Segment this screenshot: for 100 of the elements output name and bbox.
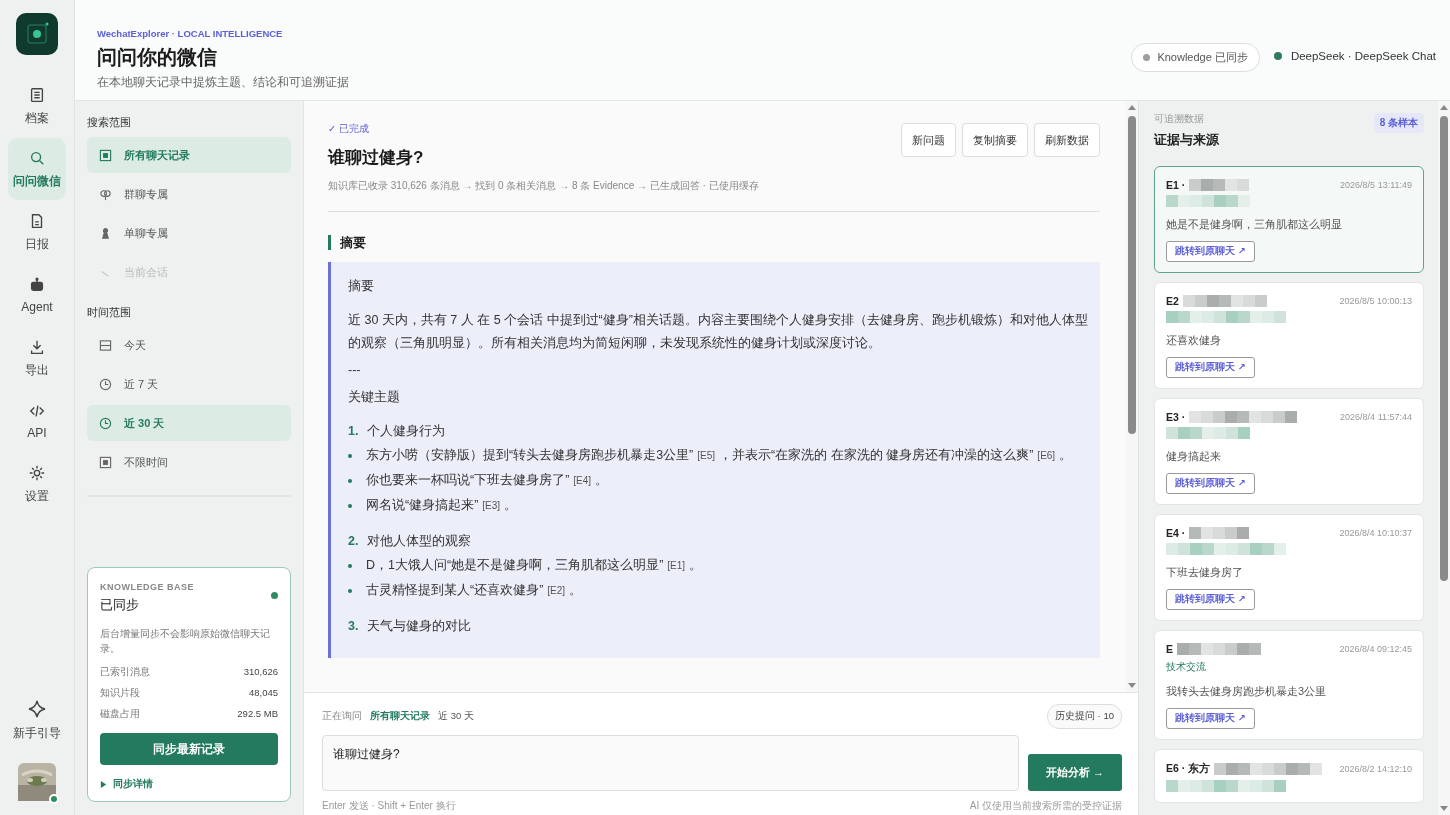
topic-title: 对他人体型的观察 [367, 533, 472, 550]
action-button[interactable]: 新问题 [901, 123, 956, 157]
guide-button[interactable]: 新手引导 [8, 689, 66, 751]
action-button[interactable]: 刷新数据 [1034, 123, 1100, 157]
filter-option[interactable]: 单聊专属 [87, 215, 291, 251]
evidence-message: 我转头去健身房跑步机暴走3公里 [1166, 684, 1328, 699]
evidence-message: 健身搞起来 [1166, 449, 1222, 464]
status-label: ✓ 已完成 [328, 123, 370, 136]
chat-group-name: 技术交流 [1166, 660, 1207, 674]
filter-option[interactable]: 近 30 天 [87, 405, 291, 441]
cluster-icon [99, 187, 112, 201]
topic-title: 个人健身行为 [367, 423, 446, 440]
bullet-dot-icon [348, 504, 352, 508]
panel-title: 证据与来源 [1154, 131, 1219, 149]
answer-paragraph: 近 30 天内，共有 7 人 在 5 个会话 中提到过“健身”相关话题。内容主要围绕个人健身安排（去健身房、跑步机锻炼）和对他人体型的观察（三角肌明显）。所有相关消息均为简短闲聊，未发现系统性的健身计划或深度讨论。 [348, 312, 1089, 352]
evidence-ref: E6 · 东方 [1166, 762, 1211, 776]
topic-title: 天气与健身的对比 [367, 618, 472, 635]
evidence-timestamp: 2026/8/5 13:11:49 [1340, 180, 1412, 190]
jump-to-chat-button[interactable]: 跳转到原聊天 ↗ [1166, 708, 1255, 729]
evidence-card[interactable]: E6 · 东方 2026/8/2 14:12:10 [1154, 749, 1424, 803]
nav-item[interactable]: 导出 [8, 327, 66, 389]
nav-item[interactable]: 问问微信 [8, 138, 66, 200]
evidence-message: 下班去健身房了 [1166, 565, 1244, 580]
bullet-text: D，1大饿人问“她是不是健身啊，三角肌都这么明显” [E1] 。 [366, 557, 703, 574]
evidence-message: 还喜欢健身 [1166, 333, 1222, 348]
filter-option[interactable]: 群聊专属 [87, 176, 291, 212]
expand-triangle-icon [100, 780, 107, 788]
bullet-text: 网名说“健身搞起来” [E3] 。 [366, 497, 518, 514]
stat-label: 知识片段 [100, 687, 140, 700]
evidence-timestamp: 2026/8/4 11:57:44 [1340, 412, 1412, 422]
stat-label: 磁盘占用 [100, 708, 140, 721]
topic-number: 3. [348, 618, 359, 635]
scrollbar[interactable] [1438, 101, 1450, 815]
stat-value: 292.5 MB [237, 708, 278, 721]
sparkle-icon [27, 698, 47, 719]
evidence-card[interactable]: E4 · 2026/8/4 10:10:37 下班去健身房了 跳转到原聊天 ↗ [1154, 514, 1424, 621]
jump-to-chat-button[interactable]: 跳转到原聊天 ↗ [1166, 357, 1255, 378]
evidence-timestamp: 2026/8/5 10:00:13 [1339, 296, 1412, 306]
filter-option[interactable]: 近 7 天 [87, 366, 291, 402]
stat-label: 已索引消息 [100, 666, 150, 679]
sample-count-badge: 8 条样本 [1373, 113, 1424, 133]
keyboard-hint: Enter 发送 · Shift + Enter 换行 [322, 799, 456, 813]
evidence-card[interactable]: E 2026/8/4 09:12:45 技术交流 我转头去健身房跑步机暴走3公里 跳转到原聊天 ↗ [1154, 630, 1424, 740]
history-button[interactable]: 历史提问 · 10 [1047, 704, 1122, 729]
answer-heading: 摘要 [348, 278, 375, 295]
stat-value: 48,045 [248, 687, 278, 700]
sync-details-toggle[interactable]: 同步详情 [100, 777, 153, 791]
evidence-ref: E4 · [1166, 527, 1186, 539]
jump-to-chat-button[interactable]: 跳转到原聊天 ↗ [1166, 241, 1255, 262]
bullet-dot-icon [348, 589, 352, 593]
question-input[interactable]: 谁聊过健身? [322, 735, 1019, 791]
topic-number: 2. [348, 533, 359, 550]
clock-icon [99, 377, 112, 391]
app-logo-icon [16, 13, 58, 55]
context-scope: 所有聊天记录 [370, 710, 430, 723]
app-tagline: WechatExplorer · LOCAL INTELLIGENCE [97, 28, 284, 39]
bullet-text: 你也要来一杯吗说“下班去健身房了” [E4] 。 [366, 472, 609, 489]
topic-number: 1. [348, 423, 359, 440]
filter-option[interactable]: 不限时间 [87, 444, 291, 480]
square-icon [99, 148, 112, 162]
nav-item[interactable]: 日报 [8, 201, 66, 263]
filter-option[interactable]: 所有聊天记录 [87, 137, 291, 173]
stat-value: 310,626 [243, 666, 278, 679]
nav-item[interactable]: 档案 [8, 75, 66, 137]
page-subtitle: 在本地聊天记录中提炼主题、结论和可追溯证据 [97, 74, 349, 91]
question-title: 谁聊过健身? [328, 147, 424, 169]
card-eyebrow: KNOWLEDGE BASE [100, 581, 194, 592]
action-button[interactable]: 复制摘要 [962, 123, 1028, 157]
jump-to-chat-button[interactable]: 跳转到原聊天 ↗ [1166, 589, 1255, 610]
evidence-timestamp: 2026/8/4 10:10:37 [1339, 528, 1412, 538]
evidence-ref: E2 [1166, 295, 1179, 307]
analyze-button[interactable]: 开始分析 → [1028, 754, 1122, 791]
sun-icon [28, 463, 46, 482]
evidence-ref: E1 · [1166, 179, 1186, 191]
section-heading: 摘要 [328, 235, 1100, 250]
nav-item[interactable]: 设置 [8, 453, 66, 515]
evidence-ref: E3 · [1166, 411, 1186, 423]
bullet-text: 东方小唠（安静版）提到“转头去健身房跑步机暴走3公里” [E5] ，并表示“在家洗的 在家洗的 健身房还有冲澡的这么爽” [E6] 。 [366, 447, 1073, 464]
panel-eyebrow: 可追溯数据 [1154, 113, 1205, 126]
card-title: 已同步 [100, 595, 140, 614]
mosaic-redaction [1189, 527, 1250, 539]
bullet-dot-icon [348, 479, 352, 483]
evidence-card[interactable]: E1 · 2026/8/5 13:11:49 她是不是健身啊，三角肌都这么明显 跳转到原聊天 ↗ [1154, 166, 1424, 273]
bullet-dot-icon [348, 454, 352, 458]
document-icon [28, 85, 46, 104]
context-label: 正在询问 [322, 710, 362, 723]
evidence-card[interactable]: E2 2026/8/5 10:00:13 还喜欢健身 跳转到原聊天 ↗ [1154, 282, 1424, 389]
jump-to-chat-button[interactable]: 跳转到原聊天 ↗ [1166, 473, 1255, 494]
filter-option[interactable]: 今天 [87, 327, 291, 363]
sync-button[interactable]: 同步最新记录 [100, 733, 278, 765]
nav-item[interactable]: Agent [8, 264, 66, 326]
mosaic-redaction [1189, 179, 1250, 191]
scrollbar[interactable] [1126, 101, 1138, 692]
privacy-note: AI 仅使用当前搜索所需的受控证据 [969, 799, 1122, 813]
pipeline-summary: 知识库已收录 310,626 条消息 → 找到 0 条相关消息 → 8 条 Evidence → 已生成回答 · 已使用缓存 [328, 179, 760, 193]
evidence-card[interactable]: E3 · 2026/8/4 11:57:44 健身搞起来 跳转到原聊天 ↗ [1154, 398, 1424, 505]
nav-item[interactable]: API [8, 390, 66, 452]
separator-text: --- [348, 363, 362, 377]
clock-icon [99, 416, 112, 430]
person-icon [99, 226, 112, 240]
